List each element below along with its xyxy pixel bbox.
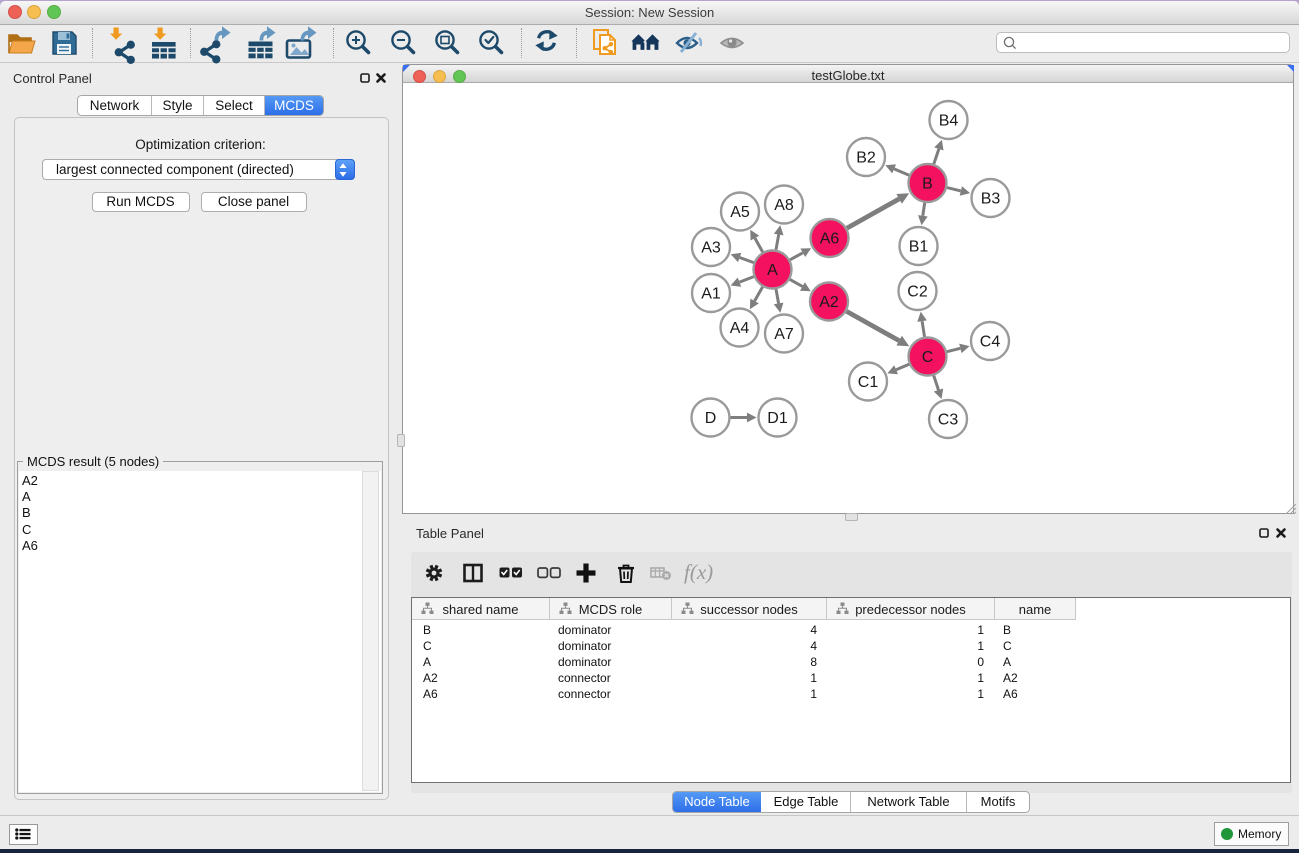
svg-text:A7: A7 [774,326,794,343]
svg-text:B2: B2 [856,150,876,167]
svg-text:D: D [705,410,717,427]
svg-text:B: B [922,176,933,193]
svg-text:A2: A2 [819,294,839,311]
svg-text:C3: C3 [938,412,959,429]
svg-text:C4: C4 [980,334,1001,351]
svg-text:B3: B3 [981,191,1001,208]
svg-text:A6: A6 [820,231,840,248]
svg-text:A1: A1 [701,286,721,303]
svg-text:A3: A3 [701,240,721,257]
svg-text:A4: A4 [730,320,750,337]
svg-text:C: C [922,349,934,366]
svg-text:C2: C2 [907,284,928,301]
svg-text:D1: D1 [767,410,788,427]
svg-text:A5: A5 [730,204,750,221]
svg-text:A: A [767,262,778,279]
svg-text:A8: A8 [774,197,794,214]
svg-text:C1: C1 [858,374,879,391]
svg-text:B4: B4 [939,113,959,130]
svg-text:B1: B1 [909,239,929,256]
